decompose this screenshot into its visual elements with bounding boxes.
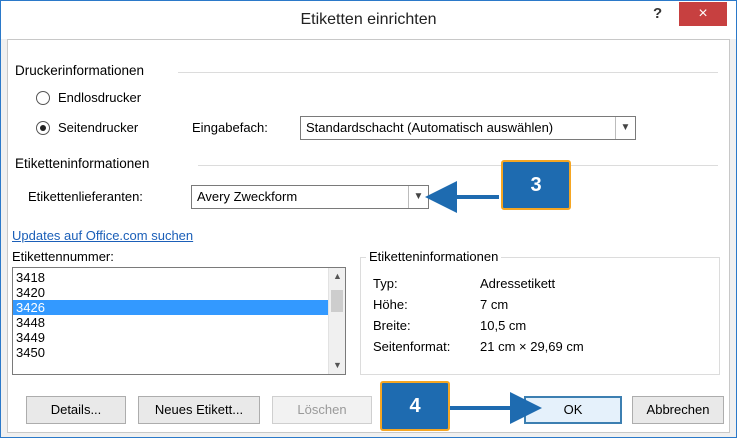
- callout-badge-4: 4: [380, 381, 450, 431]
- callout-badge-3: 3: [501, 160, 571, 210]
- callout-arrows: [425, 181, 542, 424]
- label-setup-dialog: Etiketten einrichten ? × Druckerinformat…: [0, 0, 737, 438]
